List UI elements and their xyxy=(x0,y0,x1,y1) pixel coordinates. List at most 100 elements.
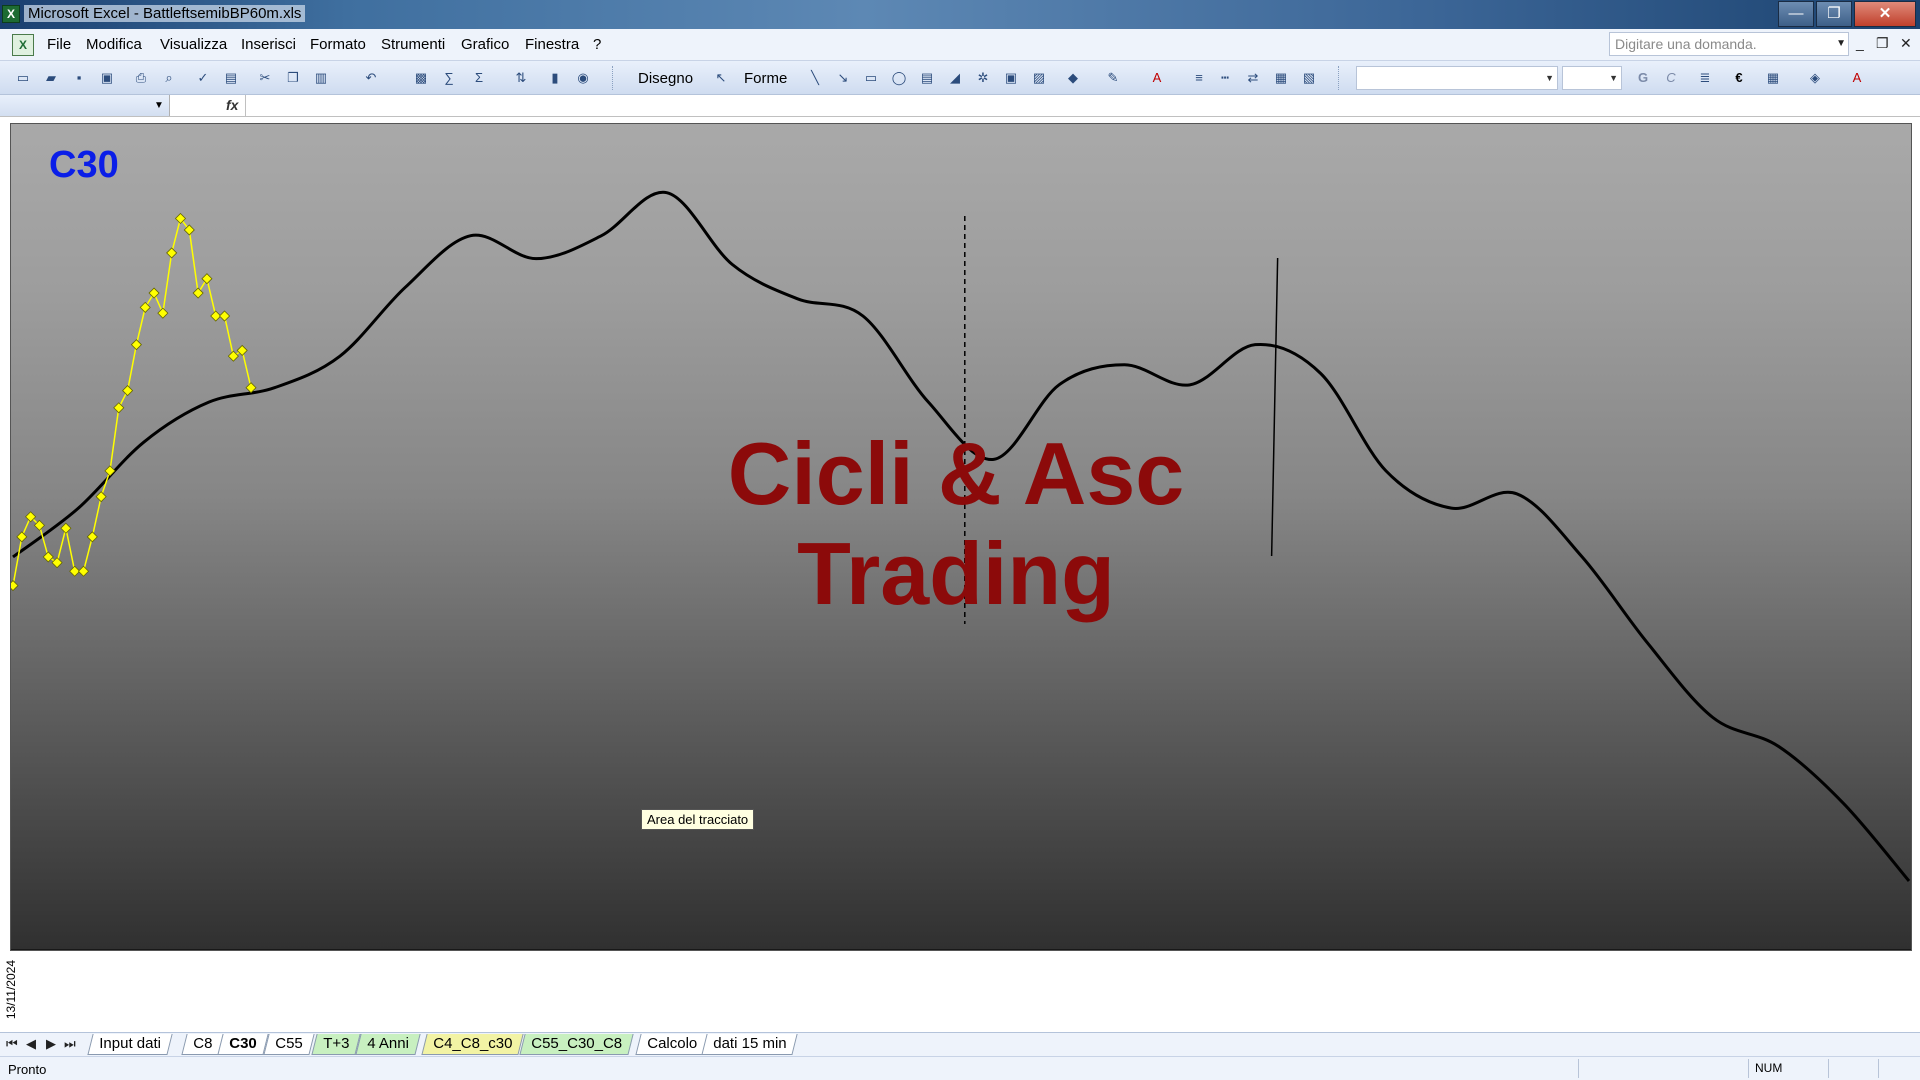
print-icon[interactable]: ⎙ xyxy=(132,69,150,87)
research-icon[interactable]: ▤ xyxy=(222,69,240,87)
sheet-tab[interactable]: C4_C8_c30 xyxy=(421,1034,524,1055)
sheet-tab[interactable]: C55_C30_C8 xyxy=(519,1034,634,1055)
sheet-tab[interactable]: C30 xyxy=(217,1034,269,1055)
close-button[interactable]: ✕ xyxy=(1854,1,1916,27)
dash-style-icon[interactable]: ┅ xyxy=(1216,69,1234,87)
prev-sheet-button[interactable]: ◀ xyxy=(26,1036,36,1052)
menu-modifica[interactable]: Modifica xyxy=(86,36,142,53)
new-file-icon[interactable]: ▭ xyxy=(14,69,32,87)
data-point-diamond xyxy=(130,339,142,351)
wordart-icon[interactable]: ◢ xyxy=(946,69,964,87)
status-bar: Pronto NUM xyxy=(0,1056,1920,1080)
font-name-select[interactable]: ▼ xyxy=(1356,66,1558,90)
align-center-icon[interactable]: ≣ xyxy=(1696,69,1714,87)
borders-icon[interactable]: ▦ xyxy=(1764,69,1782,87)
sheet-tab[interactable]: dati 15 min xyxy=(701,1034,798,1055)
formula-input[interactable] xyxy=(245,95,1920,116)
menu-grafico[interactable]: Grafico xyxy=(461,36,509,53)
undo-icon[interactable]: ↶ xyxy=(362,69,380,87)
sheet-tab[interactable]: C55 xyxy=(263,1034,315,1055)
menu-bar: X File Modifica Visualizza Inserisci For… xyxy=(0,29,1920,61)
help-icon[interactable]: ◉ xyxy=(574,69,592,87)
chart-tooltip: Area del tracciato xyxy=(641,809,755,830)
save-icon[interactable]: ▪ xyxy=(70,69,88,87)
clipart-icon[interactable]: ▣ xyxy=(1002,69,1020,87)
menu-help[interactable]: ? xyxy=(593,36,601,53)
paste-icon[interactable]: ▥ xyxy=(312,69,330,87)
print-preview-icon[interactable]: ⌕ xyxy=(160,69,178,87)
select-pointer-icon[interactable]: ↖ xyxy=(712,69,730,87)
fill-bucket-icon[interactable]: ◈ xyxy=(1806,69,1824,87)
menu-file[interactable]: File xyxy=(47,36,71,53)
font-color-icon[interactable]: A xyxy=(1148,69,1166,87)
sheet-tab[interactable]: Input dati xyxy=(87,1034,173,1055)
status-text: Pronto xyxy=(8,1062,47,1077)
last-sheet-button[interactable]: ⏭ xyxy=(64,1036,76,1052)
data-point-diamond xyxy=(236,344,248,356)
euro-button[interactable]: € xyxy=(1730,69,1748,87)
chart-plot-area[interactable]: C30 Cicli & Asc Trading Area del traccia… xyxy=(10,123,1912,951)
excel-icon[interactable]: X xyxy=(2,5,20,23)
toolbar: ▭ ▰ ▪ ▣ ⎙ ⌕ ✓ ▤ ✂ ❐ ▥ ↶ ▩ ∑ Σ ⇅ ▮ ◉ Dise… xyxy=(0,61,1920,95)
data-point-diamond xyxy=(157,307,169,319)
mdi-close-button[interactable]: ✕ xyxy=(1900,35,1912,52)
font-size-select[interactable]: ▼ xyxy=(1562,66,1622,90)
permission-icon[interactable]: ▣ xyxy=(98,69,116,87)
chevron-down-icon[interactable]: ▼ xyxy=(154,100,164,111)
bold-button[interactable]: G xyxy=(1634,69,1652,87)
picture-icon[interactable]: ▨ xyxy=(1030,69,1048,87)
status-cell xyxy=(1578,1059,1748,1078)
first-sheet-button[interactable]: ⏮ xyxy=(6,1036,18,1052)
line-tool-icon[interactable]: ╲ xyxy=(806,69,824,87)
next-sheet-button[interactable]: ▶ xyxy=(46,1036,56,1052)
shadow-icon[interactable]: ▦ xyxy=(1272,69,1290,87)
menu-visualizza[interactable]: Visualizza xyxy=(160,36,227,53)
mdi-restore-button[interactable]: ❐ xyxy=(1876,35,1889,52)
arrow-tool-icon[interactable]: ↘ xyxy=(834,69,852,87)
sheet-tab[interactable]: 4 Anni xyxy=(355,1034,421,1055)
ask-question-input[interactable]: Digitare una domanda. ▼ xyxy=(1609,32,1849,56)
rectangle-tool-icon[interactable]: ▭ xyxy=(862,69,880,87)
oval-tool-icon[interactable]: ◯ xyxy=(890,69,908,87)
minimize-button[interactable]: — xyxy=(1778,1,1814,27)
sigma-icon[interactable]: Σ xyxy=(470,69,488,87)
menu-finestra[interactable]: Finestra xyxy=(525,36,579,53)
data-point-diamond xyxy=(218,310,231,322)
menu-formato[interactable]: Formato xyxy=(310,36,366,53)
shapes-menu-button[interactable]: Forme xyxy=(744,70,787,87)
menu-strumenti[interactable]: Strumenti xyxy=(381,36,445,53)
sheet-tab-label: C4_C8_c30 xyxy=(433,1035,513,1052)
italic-button[interactable]: C xyxy=(1662,69,1680,87)
copy-icon[interactable]: ❐ xyxy=(284,69,302,87)
sheet-tab[interactable]: Calcolo xyxy=(635,1034,709,1055)
spelling-icon[interactable]: ✓ xyxy=(194,69,212,87)
3d-icon[interactable]: ▧ xyxy=(1300,69,1318,87)
sort-icon[interactable]: ⇅ xyxy=(512,69,530,87)
drawing-menu-button[interactable]: Disegno xyxy=(638,70,693,87)
menu-inserisci[interactable]: Inserisci xyxy=(241,36,296,53)
name-box[interactable]: ▼ xyxy=(0,95,170,116)
arrow-style-icon[interactable]: ⇄ xyxy=(1244,69,1262,87)
workbook-icon[interactable]: X xyxy=(12,34,34,56)
fill-color-icon[interactable]: ◆ xyxy=(1064,69,1082,87)
textbox-tool-icon[interactable]: ▤ xyxy=(918,69,936,87)
data-point-diamond xyxy=(60,522,72,534)
num-indicator: NUM xyxy=(1748,1059,1828,1078)
autosum-icon[interactable]: ∑ xyxy=(440,69,458,87)
cut-icon[interactable]: ✂ xyxy=(256,69,274,87)
chart-wizard-icon[interactable]: ▮ xyxy=(546,69,564,87)
open-folder-icon[interactable]: ▰ xyxy=(42,69,60,87)
line-style-icon[interactable]: ≡ xyxy=(1190,69,1208,87)
mdi-minimize-button[interactable]: _ xyxy=(1856,35,1864,51)
data-point-diamond xyxy=(122,385,134,397)
diagram-icon[interactable]: ✲ xyxy=(974,69,992,87)
fx-icon[interactable]: fx xyxy=(226,97,238,113)
sheet-tab[interactable]: T+3 xyxy=(311,1034,361,1055)
chevron-down-icon[interactable]: ▼ xyxy=(1836,38,1846,49)
maximize-button[interactable]: ❐ xyxy=(1816,1,1852,27)
chart-title[interactable]: C30 xyxy=(49,144,119,187)
sheet-tab-label: C8 xyxy=(193,1035,213,1052)
hyperlink-icon[interactable]: ▩ xyxy=(412,69,430,87)
font-color-icon[interactable]: A xyxy=(1848,69,1866,87)
line-color-icon[interactable]: ✎ xyxy=(1104,69,1122,87)
